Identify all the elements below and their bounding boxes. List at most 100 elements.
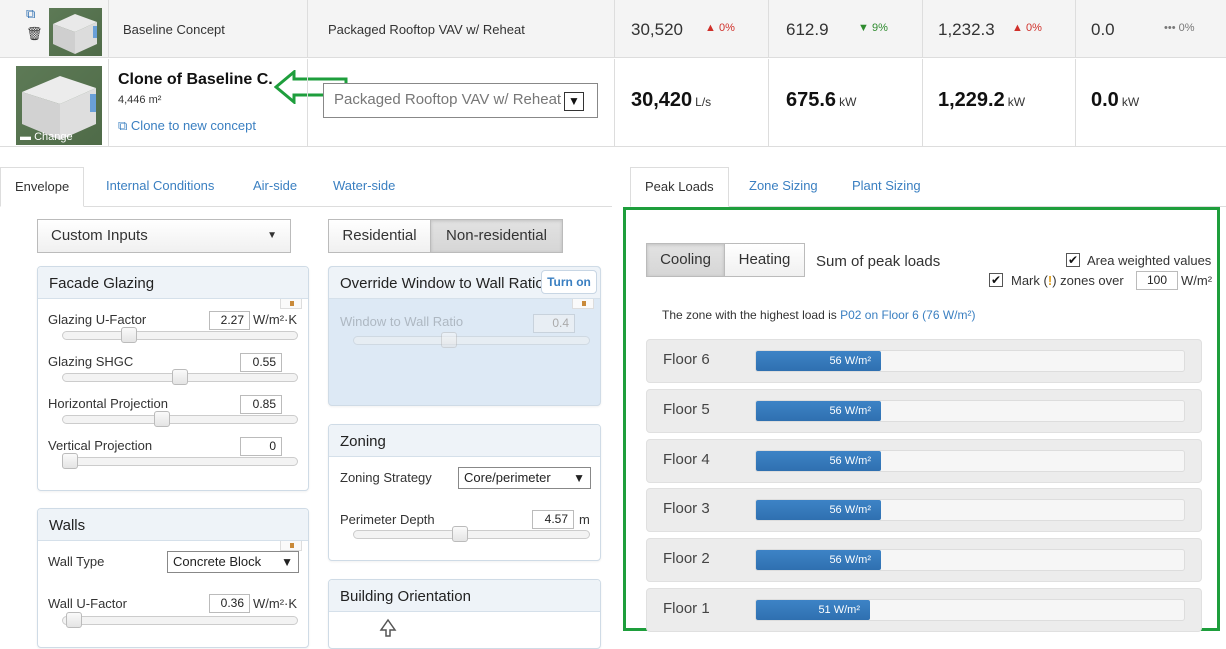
baseline-misc-delta: ••• 0% xyxy=(1164,22,1195,34)
residential-button[interactable]: Residential xyxy=(328,219,431,253)
clone-cooling: 675.6 kW xyxy=(786,89,857,111)
baseline-cooling: 612.9 xyxy=(786,20,829,39)
facade-field-label: Glazing SHGC xyxy=(48,354,134,369)
wall-type-label: Wall Type xyxy=(48,554,105,569)
floor-row[interactable]: Floor 4 56 W/m² xyxy=(646,439,1202,483)
floor-bar-track: 51 W/m² xyxy=(755,599,1185,621)
floor-load-bar[interactable]: 56 W/m² xyxy=(756,451,881,471)
baseline-heating: 1,232.3 xyxy=(938,20,995,39)
slider-handle[interactable] xyxy=(154,411,170,427)
facade-field-input[interactable]: 2.27 xyxy=(209,311,250,330)
tab-internal-conditions[interactable]: Internal Conditions xyxy=(92,167,228,207)
floor-label: Floor 1 xyxy=(663,600,710,617)
floor-label: Floor 6 xyxy=(663,351,710,368)
facade-field-input[interactable]: 0 xyxy=(240,437,282,456)
clone-area: 4,446 m² xyxy=(118,94,162,106)
area-weighted-checkbox[interactable]: ✔ xyxy=(1066,253,1080,267)
building-orientation-title: Building Orientation xyxy=(340,588,471,605)
floor-row[interactable]: Floor 3 56 W/m² xyxy=(646,488,1202,532)
floor-row[interactable]: Floor 6 56 W/m² xyxy=(646,339,1202,383)
walls-title: Walls xyxy=(49,517,86,534)
facade-field-label: Vertical Projection xyxy=(48,438,153,453)
clone-system-select[interactable]: Packaged Rooftop VAV w/ Reheat ▼ xyxy=(323,83,598,118)
wall-u-factor-slider[interactable] xyxy=(62,612,298,628)
trash-icon[interactable]: 🗑 xyxy=(26,26,43,42)
facade-field-slider[interactable] xyxy=(62,411,298,427)
baseline-airflow-delta: ▲ 0% xyxy=(705,22,735,34)
clone-icon: ⧉ xyxy=(118,118,128,133)
change-thumbnail-link[interactable]: ▬ Change xyxy=(20,131,73,143)
wall-u-factor-input[interactable]: 0.36 xyxy=(209,594,250,613)
perimeter-depth-slider[interactable] xyxy=(353,526,590,542)
clone-to-new-concept-link[interactable]: ⧉ Clone to new concept xyxy=(118,118,256,134)
turn-on-button[interactable]: Turn on xyxy=(541,270,597,294)
chevron-down-icon: ▼ xyxy=(573,471,585,485)
slider-handle[interactable] xyxy=(452,526,468,542)
facade-field-input[interactable]: 0.55 xyxy=(240,353,282,372)
building-orientation-panel: Building Orientation xyxy=(328,579,601,649)
cooling-button[interactable]: Cooling xyxy=(646,243,725,277)
floor-row[interactable]: Floor 1 51 W/m² xyxy=(646,588,1202,632)
heating-button[interactable]: Heating xyxy=(724,243,805,277)
wall-u-factor-unit: W/m²·K xyxy=(253,596,298,611)
facade-field-input[interactable]: 0.85 xyxy=(240,395,282,414)
tab-envelope[interactable]: Envelope xyxy=(0,167,85,207)
zoning-panel: Zoning Zoning Strategy Core/perimeter ▼ P… xyxy=(328,424,601,561)
facade-field-slider[interactable] xyxy=(62,327,298,343)
facade-field-unit: W/m²·K xyxy=(253,312,298,327)
facade-field-label: Glazing U-Factor xyxy=(48,312,147,327)
highest-load-zone-link[interactable]: P02 on Floor 6 (76 W/m²) xyxy=(840,308,975,322)
zone-threshold-unit: W/m² xyxy=(1181,273,1213,288)
floor-row[interactable]: Floor 5 56 W/m² xyxy=(646,389,1202,433)
clone-thumbnail[interactable]: ▬ Change xyxy=(16,66,102,145)
highest-load-text: The zone with the highest load is P02 on… xyxy=(662,308,976,322)
chevron-down-icon: ▼ xyxy=(281,555,293,569)
slider-handle[interactable] xyxy=(62,453,78,469)
tab-peak-loads[interactable]: Peak Loads xyxy=(630,167,729,207)
slider-handle[interactable] xyxy=(172,369,188,385)
zoning-strategy-select[interactable]: Core/perimeter ▼ xyxy=(458,467,591,489)
floor-load-bar[interactable]: 56 W/m² xyxy=(756,550,881,570)
floor-label: Floor 2 xyxy=(663,550,710,567)
perimeter-depth-input[interactable]: 4.57 xyxy=(532,510,574,529)
baseline-airflow: 30,520 xyxy=(631,20,683,39)
clone-concept-name[interactable]: Clone of Baseline C. xyxy=(118,71,273,89)
mark-zones-checkbox[interactable]: ✔ xyxy=(989,273,1003,287)
tab-plant-sizing[interactable]: Plant Sizing xyxy=(838,167,935,207)
zoning-strategy-label: Zoning Strategy xyxy=(340,470,432,485)
floor-bar-track: 56 W/m² xyxy=(755,549,1185,571)
floor-load-bar[interactable]: 56 W/m² xyxy=(756,401,881,421)
tab-air-side[interactable]: Air-side xyxy=(239,167,311,207)
area-weighted-label: Area weighted values xyxy=(1087,253,1212,268)
floor-load-bar[interactable]: 56 W/m² xyxy=(756,500,881,520)
slider-handle[interactable] xyxy=(66,612,82,628)
facade-field-slider[interactable] xyxy=(62,453,298,469)
wall-type-select[interactable]: Concrete Block ▼ xyxy=(167,551,299,573)
slider-handle xyxy=(441,332,457,348)
copy-icon[interactable]: ⧉ xyxy=(26,6,35,22)
zone-threshold-input[interactable]: 100 xyxy=(1136,271,1178,290)
facade-field-label: Horizontal Projection xyxy=(48,396,168,411)
tab-zone-sizing[interactable]: Zone Sizing xyxy=(735,167,832,207)
floor-load-bar[interactable]: 51 W/m² xyxy=(756,600,870,620)
floor-load-bar[interactable]: 56 W/m² xyxy=(756,351,881,371)
facade-glazing-title: Facade Glazing xyxy=(49,275,155,292)
wwr-input: 0.4 xyxy=(533,314,575,333)
tab-water-side[interactable]: Water-side xyxy=(319,167,409,207)
baseline-heating-delta: ▲ 0% xyxy=(1012,22,1042,34)
baseline-concept-row[interactable]: ⧉ 🗑 Baseline Concept Packaged Rooftop VA… xyxy=(0,0,1226,58)
slider-handle[interactable] xyxy=(121,327,137,343)
panel-collapse-toggle[interactable] xyxy=(572,299,594,309)
non-residential-button[interactable]: Non-residential xyxy=(430,219,563,253)
caret-down-icon: ▼ xyxy=(267,230,277,241)
panel-collapse-toggle[interactable] xyxy=(280,541,302,551)
clone-concept-row: ▬ Change Clone of Baseline C. 4,446 m² ⧉… xyxy=(0,59,1226,147)
floor-row[interactable]: Floor 2 56 W/m² xyxy=(646,538,1202,582)
facade-glazing-panel: Facade Glazing Glazing U-Factor 2.27 W/m²·… xyxy=(37,266,309,491)
clone-misc: 0.0 kW xyxy=(1091,89,1140,111)
floor-bar-track: 56 W/m² xyxy=(755,450,1185,472)
wwr-label: Window to Wall Ratio xyxy=(340,314,464,329)
panel-collapse-toggle[interactable] xyxy=(280,299,302,309)
facade-field-slider[interactable] xyxy=(62,369,298,385)
custom-inputs-dropdown[interactable]: Custom Inputs ▼ xyxy=(37,219,291,253)
